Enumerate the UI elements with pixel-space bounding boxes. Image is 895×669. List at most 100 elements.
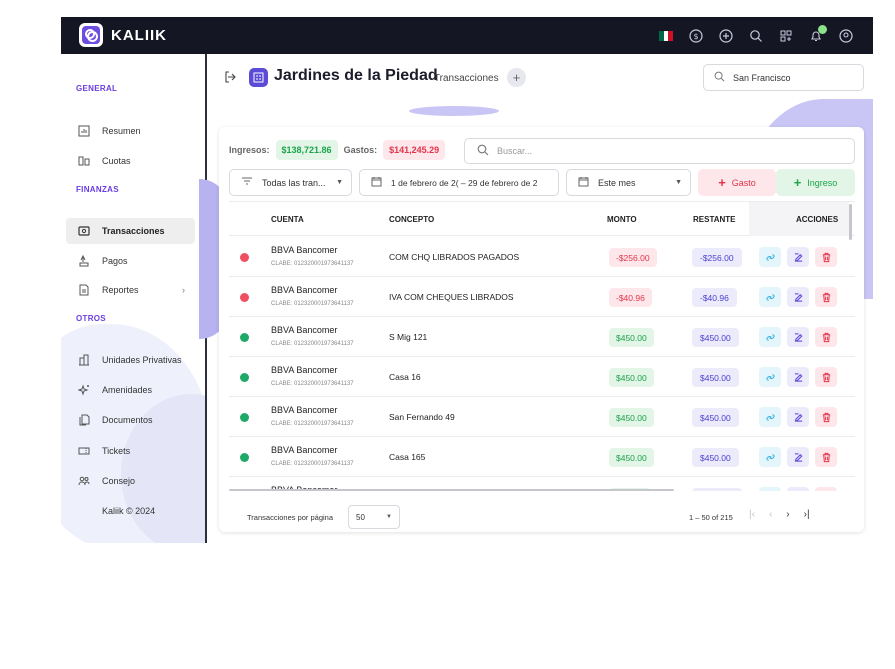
status-dot — [240, 293, 249, 302]
row-actions — [759, 247, 837, 267]
row-actions — [759, 407, 837, 427]
building-icon — [77, 353, 91, 367]
delete-icon[interactable] — [815, 327, 837, 347]
pagination-range: 1 – 50 of 215 — [689, 513, 733, 522]
table-row[interactable]: BBVA Bancomer CLABE: 012320001973641137 CO… — [229, 237, 855, 277]
delete-icon[interactable] — [815, 447, 837, 467]
sidebar-item-unidades-privativas[interactable]: Unidades Privativas — [66, 347, 195, 373]
last-page-icon[interactable]: ›| — [804, 509, 810, 520]
svg-text:$: $ — [693, 32, 698, 41]
ticket-icon — [77, 444, 91, 458]
edit-icon[interactable] — [787, 447, 809, 467]
add-circle-icon[interactable] — [717, 27, 735, 45]
first-page-icon[interactable]: |‹ — [749, 509, 755, 520]
add-gasto-button[interactable]: + Gasto — [698, 169, 776, 196]
sparkle-icon — [77, 383, 91, 397]
sidebar-item-tickets[interactable]: Tickets — [66, 438, 195, 464]
location-search-input[interactable]: San Francisco — [703, 64, 864, 91]
transaction-type-select[interactable]: Todas las tran... ▼ — [229, 169, 352, 196]
edit-icon[interactable] — [787, 327, 809, 347]
condo-icon — [249, 68, 268, 87]
table-row[interactable]: BBVA Bancomer CLABE: 012320001973641137 Sa… — [229, 397, 855, 437]
link-icon[interactable] — [759, 327, 781, 347]
vertical-scrollbar[interactable] — [849, 204, 852, 240]
edit-icon[interactable] — [787, 407, 809, 427]
link-icon[interactable] — [759, 247, 781, 267]
dropdown-arrow-icon: ▼ — [336, 179, 343, 186]
table-row[interactable]: BBVA Bancomer CLABE: 012320001973641137 Ca… — [229, 437, 855, 477]
user-icon[interactable] — [837, 27, 855, 45]
main-content: Jardines de la Piedad - Transacciones + … — [199, 54, 873, 543]
sidebar-item-transacciones[interactable]: Transacciones — [66, 218, 195, 244]
col-restante[interactable]: RESTANTE — [693, 215, 736, 224]
pager: |‹ ‹ › ›| — [749, 509, 810, 520]
delete-icon[interactable] — [815, 367, 837, 387]
amount-badge: -$256.00 — [609, 248, 657, 267]
pagination-bar: Transacciones por página 50 ▼ 1 – 50 of … — [229, 505, 855, 529]
currency-icon[interactable]: $ — [687, 27, 705, 45]
next-page-icon[interactable]: › — [786, 509, 789, 520]
account-bank: BBVA Bancomer — [271, 285, 338, 295]
dropdown-arrow-icon: ▼ — [675, 179, 682, 186]
link-icon[interactable] — [759, 287, 781, 307]
chevron-right-icon: › — [182, 285, 185, 295]
apps-icon[interactable] — [777, 27, 795, 45]
search-icon[interactable] — [747, 27, 765, 45]
row-actions — [759, 287, 837, 307]
sidebar-item-resumen[interactable]: Resumen — [66, 118, 195, 144]
table-row[interactable]: BBVA Bancomer CLABE: 012320001973641137 IV… — [229, 277, 855, 317]
kaliik-logo[interactable] — [79, 23, 103, 47]
mexico-flag-icon[interactable] — [657, 27, 675, 45]
sidebar-item-pagos[interactable]: Pagos — [66, 248, 195, 274]
edit-icon[interactable] — [787, 287, 809, 307]
period-select[interactable]: Este mes ▼ — [566, 169, 691, 196]
edit-icon[interactable] — [787, 487, 809, 491]
account-bank: BBVA Bancomer — [271, 365, 338, 375]
link-icon[interactable] — [759, 487, 781, 491]
status-dot — [240, 413, 249, 422]
edit-icon[interactable] — [787, 247, 809, 267]
delete-icon[interactable] — [815, 247, 837, 267]
transactions-search-input[interactable]: Buscar... — [464, 138, 855, 164]
remaining-badge: -$40.96 — [692, 288, 737, 307]
delete-icon[interactable] — [815, 287, 837, 307]
prev-page-icon[interactable]: ‹ — [769, 509, 772, 520]
amount-badge: $450.00 — [609, 448, 654, 467]
hand-coin-icon — [77, 254, 91, 268]
table-row[interactable]: BBVA Bancomer CLABE: 012320001973641137 Ca… — [229, 357, 855, 397]
table-row[interactable]: BBVA Bancomer CLABE: 012320001973641137 S … — [229, 317, 855, 357]
col-concepto[interactable]: CONCEPTO — [389, 215, 434, 224]
delete-icon[interactable] — [815, 407, 837, 427]
per-page-select[interactable]: 50 ▼ — [348, 505, 400, 529]
sidebar-item-consejo[interactable]: Consejo — [66, 468, 195, 494]
sidebar-item-reportes[interactable]: Reportes › — [66, 277, 195, 303]
sidebar-item-documentos[interactable]: Documentos — [66, 407, 195, 433]
report-icon — [77, 283, 91, 297]
plus-icon: + — [793, 175, 802, 190]
bell-icon[interactable] — [807, 24, 827, 45]
col-monto[interactable]: MONTO — [607, 215, 637, 224]
link-icon[interactable] — [759, 367, 781, 387]
remaining-badge: -$256.00 — [692, 248, 742, 267]
account-clabe: CLABE: 012320001973641137 — [271, 421, 354, 427]
link-icon[interactable] — [759, 407, 781, 427]
col-cuenta[interactable]: CUENTA — [271, 215, 304, 224]
app-window: KALIIK $ GENERAL Resumen Cuotas FINANZAS… — [61, 17, 873, 543]
exit-icon[interactable] — [224, 71, 236, 86]
concept: S Mig 121 — [389, 332, 428, 342]
sidebar-item-amenidades[interactable]: Amenidades — [66, 377, 195, 403]
account-bank: BBVA Bancomer — [271, 445, 338, 455]
date-range-picker[interactable]: 1 de febrero de 2( – 29 de febrero de 2 — [359, 169, 559, 196]
add-button[interactable]: + — [507, 68, 526, 87]
sidebar-item-cuotas[interactable]: Cuotas — [66, 148, 195, 174]
add-ingreso-button[interactable]: + Ingreso — [776, 169, 855, 196]
status-dot — [240, 373, 249, 382]
row-actions — [759, 447, 837, 467]
ingresos-value: $138,721.86 — [275, 140, 338, 160]
delete-icon[interactable] — [815, 487, 837, 491]
horizontal-scrollbar[interactable] — [229, 489, 674, 491]
transactions-table: CUENTA CONCEPTO MONTO RESTANTE ACCIONES … — [229, 201, 855, 491]
amount-badge: $450.00 — [609, 328, 654, 347]
link-icon[interactable] — [759, 447, 781, 467]
edit-icon[interactable] — [787, 367, 809, 387]
